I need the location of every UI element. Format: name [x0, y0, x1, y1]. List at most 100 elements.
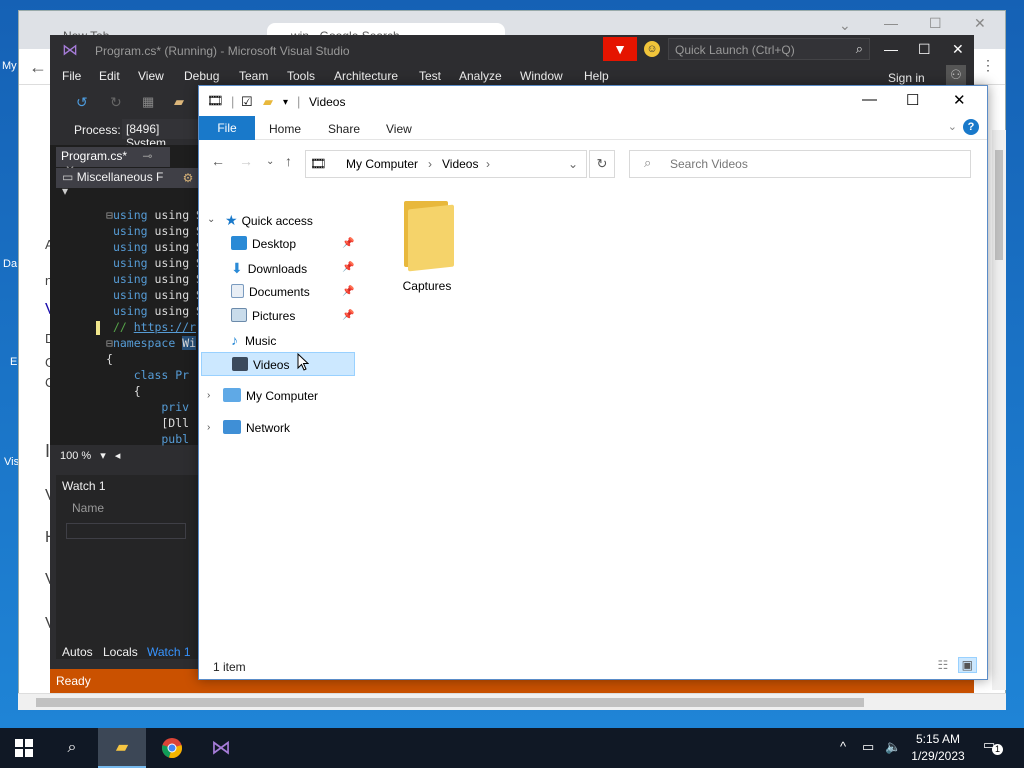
tab-autos[interactable]: Autos [62, 645, 93, 659]
account-icon[interactable]: ⚇ [946, 65, 966, 85]
document-tab[interactable]: Program.cs* ⊸ ✕ [56, 147, 170, 177]
customize-quick-access-icon[interactable]: ▾ [283, 97, 288, 108]
chevron-right-icon[interactable]: › [207, 422, 210, 433]
search-input[interactable]: ⌕ Search Videos [629, 150, 971, 178]
taskbar-visual-studio[interactable]: ⋈ [197, 728, 245, 768]
address-bar[interactable]: 🎞 My Computer › Videos › ⌄ [305, 150, 587, 178]
menu-view[interactable]: View [138, 69, 164, 83]
navigate-back-icon[interactable]: ↺ [76, 94, 88, 111]
back-icon[interactable]: ← [211, 153, 225, 169]
minimize-icon[interactable]: — [884, 15, 898, 31]
menu-team[interactable]: Team [239, 69, 268, 83]
recent-locations-icon[interactable]: ⌄ [266, 156, 274, 167]
properties-icon[interactable]: ☑ [241, 94, 253, 110]
menu-tools[interactable]: Tools [287, 69, 315, 83]
tab-locals[interactable]: Locals [103, 645, 138, 659]
pin-icon[interactable]: 📌 [342, 286, 354, 297]
close-icon[interactable]: ✕ [953, 91, 966, 109]
pin-icon[interactable]: 📌 [342, 238, 354, 249]
quick-launch-input[interactable]: Quick Launch (Ctrl+Q) ⌕ [668, 38, 870, 60]
new-folder-icon[interactable]: ▰ [263, 94, 273, 110]
scrollbar-thumb[interactable] [36, 698, 864, 707]
desktop-icon-label[interactable]: My [2, 60, 17, 72]
forward-icon[interactable]: → [239, 153, 253, 169]
maximize-icon[interactable]: ☐ [929, 15, 942, 32]
start-button[interactable] [0, 728, 48, 768]
scroll-left-icon[interactable]: ◂ [115, 450, 121, 462]
breadcrumb-item[interactable]: Videos [442, 157, 478, 171]
menu-edit[interactable]: Edit [99, 69, 120, 83]
menu-debug[interactable]: Debug [184, 69, 219, 83]
minimize-icon[interactable]: — [862, 91, 877, 108]
pin-icon[interactable]: 📌 [342, 310, 354, 321]
up-icon[interactable]: ↑ [285, 153, 292, 169]
chrome-menu-icon[interactable]: ⋮ [981, 57, 995, 74]
nav-my-computer[interactable]: My Computer [223, 384, 318, 408]
tab-view[interactable]: View [386, 122, 412, 136]
breadcrumb-separator-icon[interactable]: › [428, 157, 432, 171]
scrollbar-thumb[interactable] [995, 150, 1003, 260]
code-link[interactable]: https://r [134, 320, 196, 334]
tab-share[interactable]: Share [328, 122, 360, 136]
expand-ribbon-icon[interactable]: ⌄ [948, 120, 957, 133]
taskbar-chrome[interactable] [148, 728, 196, 768]
desktop-icon-label[interactable]: Da [3, 258, 17, 270]
help-icon[interactable]: ? [963, 119, 979, 135]
menu-test[interactable]: Test [419, 69, 441, 83]
process-dropdown[interactable]: [8496] System [122, 119, 202, 150]
nav-videos[interactable]: Videos [201, 352, 355, 376]
desktop-icon-label[interactable]: Vis [4, 456, 19, 468]
chrome-tab-search-icon[interactable]: ⌄ [839, 17, 851, 34]
menu-help[interactable]: Help [584, 69, 609, 83]
nav-desktop[interactable]: Desktop [231, 232, 296, 256]
symbol-nav-icon[interactable]: ⚙ [176, 168, 200, 188]
volume-icon[interactable]: 🔈 [885, 739, 901, 755]
zoom-control[interactable]: 100 % ▾ ◂ [56, 448, 198, 464]
open-file-icon[interactable]: ▰ [174, 94, 184, 110]
taskbar-file-explorer[interactable]: ▰ [98, 728, 146, 768]
nav-quick-access[interactable]: ★ Quick access [225, 208, 313, 232]
nav-pictures[interactable]: Pictures [231, 304, 295, 328]
tab-watch-1[interactable]: Watch 1 [147, 645, 191, 659]
navigate-forward-icon[interactable]: ↻ [110, 94, 122, 111]
navigation-dropdown[interactable]: ▭ Miscellaneous F ▾ [56, 168, 176, 198]
new-project-icon[interactable]: ▦ [142, 94, 154, 110]
search-button[interactable]: ⌕ [48, 728, 96, 768]
watch-column-header[interactable]: Name [56, 497, 198, 519]
chevron-right-icon[interactable]: › [207, 390, 210, 401]
nav-documents[interactable]: Documents [231, 280, 310, 304]
nav-music[interactable]: ♪ Music [231, 328, 276, 352]
menu-file[interactable]: File [62, 69, 81, 83]
details-view-icon[interactable]: ☷ [938, 658, 949, 672]
feedback-smiley-icon[interactable]: ☺ [644, 41, 660, 57]
minimize-icon[interactable]: — [884, 41, 898, 57]
refresh-icon[interactable]: ↻ [589, 150, 615, 178]
action-center-button[interactable]: ▭ 1 [983, 737, 1003, 757]
feedback-filter-icon[interactable]: ▼ [603, 37, 637, 61]
sign-in-link[interactable]: Sign in [888, 71, 925, 85]
nav-downloads[interactable]: ⬇ Downloads [231, 256, 307, 280]
breadcrumb-separator-icon[interactable]: › [486, 157, 490, 171]
menu-architecture[interactable]: Architecture [334, 69, 398, 83]
breadcrumb-item[interactable]: My Computer [346, 157, 418, 171]
file-item[interactable]: Captures [392, 201, 462, 293]
chevron-down-icon[interactable]: ⌄ [207, 214, 215, 225]
tab-file[interactable]: File [199, 116, 255, 140]
nav-network[interactable]: Network [223, 416, 290, 440]
vertical-scrollbar[interactable] [992, 130, 1006, 690]
tab-home[interactable]: Home [269, 122, 301, 136]
desktop-icon-label[interactable]: E [10, 356, 17, 368]
chevron-down-icon[interactable]: ⌄ [568, 157, 578, 171]
horizontal-scrollbar[interactable] [18, 693, 1006, 710]
show-hidden-icons-icon[interactable]: ^ [840, 739, 846, 754]
network-icon[interactable]: ▭ [862, 739, 874, 755]
close-icon[interactable]: ✕ [952, 41, 964, 58]
watch-entry-row[interactable] [66, 523, 186, 539]
back-icon[interactable]: ← [29, 57, 47, 78]
close-icon[interactable]: ✕ [974, 15, 986, 32]
pin-icon[interactable]: ⊸ [142, 149, 152, 163]
pin-icon[interactable]: 📌 [342, 262, 354, 273]
maximize-icon[interactable]: ☐ [918, 41, 931, 58]
maximize-icon[interactable]: ☐ [906, 91, 919, 109]
clock[interactable]: 5:15 AM 1/29/2023 [905, 731, 971, 765]
